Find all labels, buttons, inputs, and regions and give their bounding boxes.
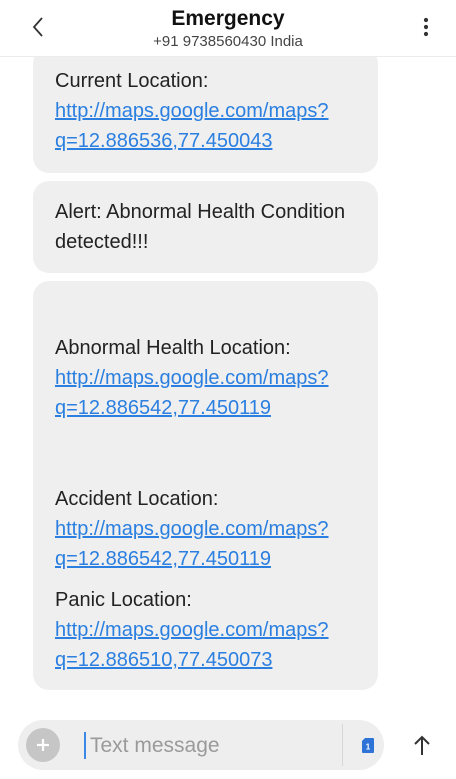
plus-icon xyxy=(37,739,49,751)
compose-divider xyxy=(342,724,343,766)
message-link[interactable]: http://maps.google.com/maps?q=12.886536,… xyxy=(55,100,328,152)
arrow-up-icon xyxy=(414,735,430,755)
message-bubble: Panic Location: http://maps.google.com/m… xyxy=(33,570,378,690)
more-options-button[interactable] xyxy=(414,12,438,42)
message-text: Current Location: xyxy=(55,69,209,92)
sim-select-button[interactable]: 1 xyxy=(358,734,378,756)
message-text: Abnormal Health Location: xyxy=(55,337,291,359)
message-list: Current Location: http://maps.google.com… xyxy=(0,56,456,696)
message-text: Accident Location: xyxy=(55,488,219,510)
sim-number: 1 xyxy=(366,742,371,751)
text-cursor xyxy=(84,732,86,759)
conversation-header: Emergency +91 9738560430 India xyxy=(0,0,456,57)
sim-card-icon: 1 xyxy=(362,737,374,753)
messaging-screen: Emergency +91 9738560430 India Current L… xyxy=(0,0,456,779)
message-text: Panic Location: xyxy=(55,589,192,611)
message-text: Alert: Abnormal Health Condition detecte… xyxy=(55,201,346,253)
message-link[interactable]: http://maps.google.com/maps?q=12.886542,… xyxy=(55,518,328,570)
compose-bar: 1 xyxy=(18,720,384,770)
send-button[interactable] xyxy=(404,726,440,764)
message-link[interactable]: http://maps.google.com/maps?q=12.886510,… xyxy=(55,619,328,671)
message-link[interactable]: http://maps.google.com/maps?q=12.886542,… xyxy=(55,367,328,419)
message-bubble: Current Location: http://maps.google.com… xyxy=(33,56,378,173)
message-input[interactable] xyxy=(88,728,322,764)
message-composer: 1 xyxy=(0,700,456,779)
contact-number: +91 9738560430 India xyxy=(153,33,303,50)
more-vert-icon xyxy=(423,17,429,37)
add-attachment-button[interactable] xyxy=(26,728,60,762)
contact-name: Emergency xyxy=(171,7,285,30)
message-bubble: Alert: Abnormal Health Condition detecte… xyxy=(33,181,378,273)
